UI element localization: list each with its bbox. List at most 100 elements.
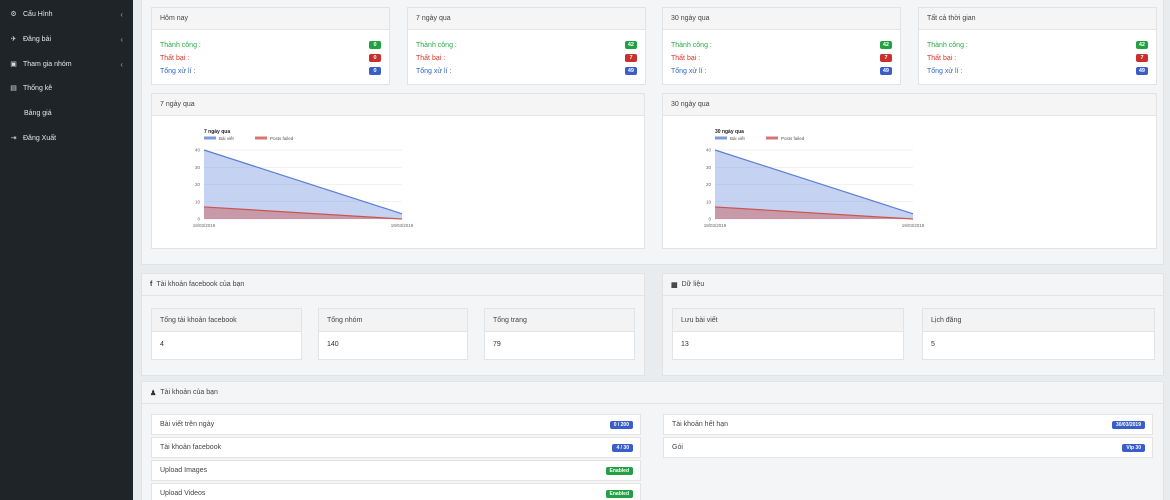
chevron-left-icon: ‹ bbox=[120, 59, 123, 69]
account-section-header: ♟ Tài khoản của bạn bbox=[142, 382, 1163, 404]
main-content: Hôm nay Thành công : 0 Thất bại : 0 Tổng x… bbox=[133, 0, 1170, 500]
account-row-posts-per-day: Bài viết trên ngày 0 / 200 bbox=[151, 414, 641, 435]
y-tick-label: 40 bbox=[706, 148, 712, 153]
stat-box-value: 79 bbox=[493, 341, 501, 348]
sidebar-item-post[interactable]: ✈ Đăng bài ‹ bbox=[0, 28, 133, 50]
account-row-label: Upload Images bbox=[160, 467, 208, 474]
stat-box-label: Lưu bài viết bbox=[673, 309, 903, 332]
stat-fail-label: Thất bại : bbox=[671, 54, 701, 62]
sidebar-item-config[interactable]: ⚙ Cấu Hình ‹ bbox=[0, 3, 133, 25]
stat-success-row: Thành công : 42 bbox=[671, 40, 892, 50]
account-section-title: Tài khoản của bạn bbox=[160, 389, 218, 396]
y-tick-label: 10 bbox=[706, 199, 712, 204]
y-tick-label: 0 bbox=[197, 217, 200, 222]
gear-icon: ⚙ bbox=[10, 11, 17, 18]
sidebar-item-logout[interactable]: ⇥ Đăng Xuất bbox=[0, 127, 133, 149]
stat-total-label: Tổng xử lí : bbox=[671, 67, 707, 75]
chart-title: 30 ngày qua bbox=[715, 129, 744, 135]
stat-fail-value: 7 bbox=[880, 54, 892, 62]
facebook-section-header: f Tài khoản facebook của bạn bbox=[142, 274, 644, 296]
y-tick-label: 10 bbox=[195, 199, 201, 204]
sidebar-item-pricing[interactable]: Bảng giá bbox=[0, 102, 133, 124]
account-row-label: Upload Videos bbox=[160, 490, 206, 497]
stat-box-value: 140 bbox=[327, 341, 339, 348]
stat-total-label: Tổng xử lí : bbox=[927, 67, 963, 75]
chevron-left-icon: ‹ bbox=[120, 9, 123, 19]
stat-total-value: 0 bbox=[369, 67, 381, 75]
stat-fail-label: Thất bại : bbox=[927, 54, 957, 62]
account-row-package: Gói Vip 30 bbox=[663, 437, 1153, 458]
stat-box-pages: Tổng trang 79 bbox=[484, 308, 635, 360]
stat-success-value: 42 bbox=[624, 41, 637, 49]
account-row-label: Bài viết trên ngày bbox=[160, 421, 215, 428]
user-icon: ♟ bbox=[150, 389, 157, 397]
y-tick-label: 20 bbox=[195, 182, 201, 187]
sidebar-item-join-group[interactable]: ▣ Tham gia nhóm ‹ bbox=[0, 53, 133, 75]
stat-total-label: Tổng xử lí : bbox=[416, 67, 452, 75]
stat-fail-label: Thất bại : bbox=[416, 54, 446, 62]
stat-box-value: 13 bbox=[681, 341, 689, 348]
stat-box-fb-accounts: Tổng tài khoản facebook 4 bbox=[151, 308, 302, 360]
legend-swatch bbox=[204, 136, 216, 140]
account-row-badge: 0 / 200 bbox=[609, 421, 633, 429]
sidebar-item-label: Đăng Xuất bbox=[23, 134, 57, 142]
stat-fail-row: Thất bại : 7 bbox=[416, 53, 637, 63]
stat-success-row: Thành công : 42 bbox=[927, 40, 1148, 50]
line-chart-30days: 30 ngày quaBài viết Posts failed 0 10 20 30 40… bbox=[704, 129, 925, 228]
chart-panel-30days: 30 ngày qua 30 ngày qua Bài viết Posts fai… bbox=[662, 93, 1157, 249]
account-row-expiry: Tài khoản hết hạn 30/03/2019 bbox=[663, 414, 1153, 435]
stat-total-row: Tổng xử lí : 49 bbox=[927, 66, 1148, 76]
stat-card-title: Tất cả thời gian bbox=[919, 8, 1156, 30]
data-section-header: ▦ Dữ liệu bbox=[663, 274, 1163, 296]
legend-swatch bbox=[766, 136, 778, 140]
legend-label: Posts failed bbox=[270, 136, 294, 141]
sidebar-item-stats[interactable]: ▤ Thống kê bbox=[0, 77, 133, 99]
stat-success-label: Thành công : bbox=[671, 41, 712, 49]
account-row-label: Tài khoản hết hạn bbox=[672, 421, 729, 428]
account-section: ♟ Tài khoản của bạn Bài viết trên ngày 0… bbox=[141, 381, 1164, 500]
account-row-badge: Enabled bbox=[605, 490, 633, 498]
account-row-badge: 4 / 30 bbox=[612, 444, 633, 452]
account-row-facebook-accounts: Tài khoản facebook 4 / 30 bbox=[151, 437, 641, 458]
stat-success-value: 42 bbox=[879, 41, 892, 49]
stat-card-title: 7 ngày qua bbox=[408, 8, 645, 30]
data-section: ▦ Dữ liệu Lưu bài viết 13 Lịch đăng 5 bbox=[662, 273, 1164, 376]
legend-swatch bbox=[255, 136, 267, 140]
stat-fail-label: Thất bại : bbox=[160, 54, 190, 62]
x-tick-label: 18/03/2019 bbox=[193, 223, 216, 228]
y-tick-label: 40 bbox=[195, 148, 201, 153]
chart-icon: ▤ bbox=[10, 85, 17, 92]
x-tick-label: 19/03/2019 bbox=[902, 223, 925, 228]
account-row-label: Gói bbox=[672, 444, 683, 451]
stat-card-all-time: Tất cả thời gian Thành công : 42 Thất bại… bbox=[918, 7, 1157, 85]
stat-card-title: 30 ngày qua bbox=[663, 8, 900, 30]
stat-success-label: Thành công : bbox=[416, 41, 457, 49]
data-section-title: Dữ liệu bbox=[681, 281, 705, 288]
sidebar-item-label: Cấu Hình bbox=[23, 10, 53, 18]
chevron-left-icon: ‹ bbox=[120, 34, 123, 44]
stat-box-saved-posts: Lưu bài viết 13 bbox=[672, 308, 904, 360]
stat-success-value: 42 bbox=[1135, 41, 1148, 49]
stat-total-row: Tổng xử lí : 49 bbox=[671, 66, 892, 76]
group-icon: ▣ bbox=[10, 61, 17, 68]
x-tick-label: 19/03/2019 bbox=[391, 223, 414, 228]
account-row-badge: 30/03/2019 bbox=[1111, 421, 1145, 429]
stat-total-value: 49 bbox=[1135, 67, 1148, 75]
stat-fail-row: Thất bại : 0 bbox=[160, 53, 381, 63]
legend-swatch bbox=[715, 136, 727, 140]
stat-box-label: Tổng nhóm bbox=[319, 309, 467, 332]
stat-box-groups: Tổng nhóm 140 bbox=[318, 308, 468, 360]
stat-total-row: Tổng xử lí : 49 bbox=[416, 66, 637, 76]
stat-total-row: Tổng xử lí : 0 bbox=[160, 66, 381, 76]
stat-card-7days: 7 ngày qua Thành công : 42 Thất bại : 7 Tổ… bbox=[407, 7, 646, 85]
account-row-upload-videos: Upload Videos Enabled bbox=[151, 483, 641, 500]
facebook-icon: f bbox=[150, 281, 153, 288]
stat-fail-value: 7 bbox=[1136, 54, 1148, 62]
stat-fail-value: 7 bbox=[625, 54, 637, 62]
stat-box-label: Tổng trang bbox=[485, 309, 634, 332]
stat-card-today: Hôm nay Thành công : 0 Thất bại : 0 Tổng x… bbox=[151, 7, 390, 85]
y-tick-label: 30 bbox=[195, 165, 201, 170]
stat-card-title: Hôm nay bbox=[152, 8, 389, 30]
account-row-badge: Vip 30 bbox=[1122, 444, 1145, 452]
y-tick-label: 20 bbox=[706, 182, 712, 187]
